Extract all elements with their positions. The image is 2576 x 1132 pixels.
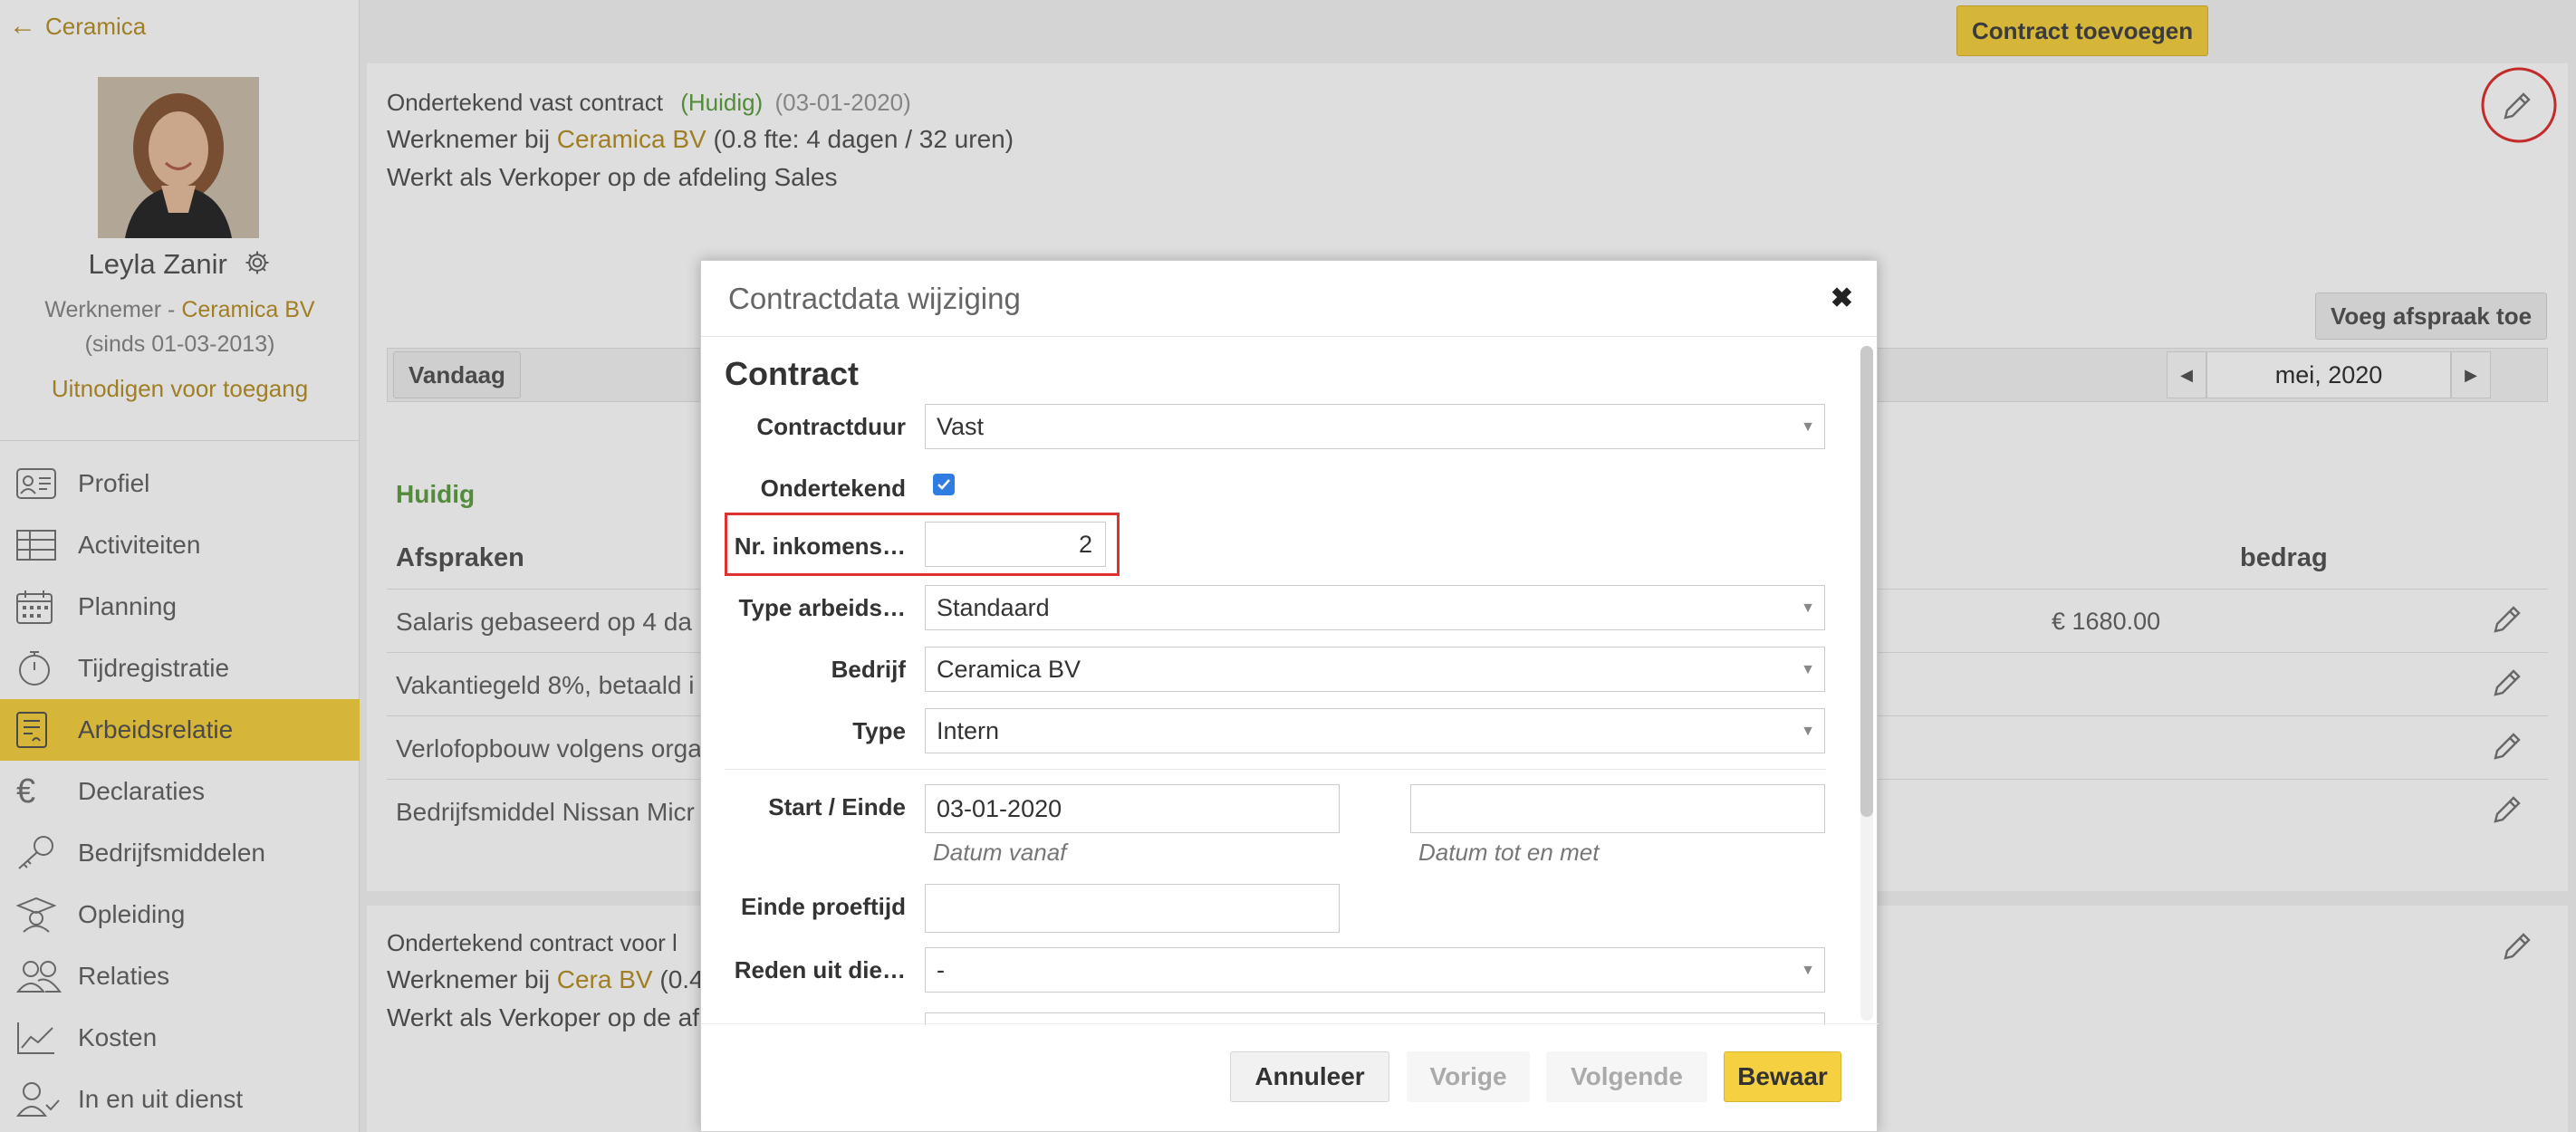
type-label: Type: [852, 717, 906, 744]
modal-title: Contractdata wijziging: [728, 281, 1021, 315]
modal-body: Contract Contractduur Vast ▼ Ondertekend…: [701, 337, 1879, 1025]
type-arbeid-value: Standaard: [937, 593, 1050, 621]
section-title: Contract: [725, 355, 860, 392]
type-arbeid-select[interactable]: Standaard ▼: [925, 585, 1825, 630]
einde-proeftijd-label: Einde proeftijd: [741, 893, 906, 920]
type-value: Intern: [937, 716, 1000, 744]
chevron-down-icon: ▼: [1801, 724, 1815, 739]
prev-button[interactable]: Vorige: [1407, 1051, 1530, 1102]
nr-inkomens-input[interactable]: 2: [925, 522, 1106, 567]
bedrijf-select[interactable]: Ceramica BV ▼: [925, 647, 1825, 692]
reden-value: -: [937, 955, 945, 983]
chevron-down-icon: ▼: [1801, 963, 1815, 978]
divider: [725, 769, 1825, 770]
chevron-down-icon: ▼: [1801, 419, 1815, 435]
end-date-input[interactable]: [1410, 784, 1825, 833]
type-select[interactable]: Intern ▼: [925, 708, 1825, 753]
contractduur-select[interactable]: Vast ▼: [925, 404, 1825, 449]
modal-scrollbar[interactable]: [1860, 346, 1873, 1021]
start-date-input[interactable]: 03-01-2020: [925, 784, 1340, 833]
ondertekend-label: Ondertekend: [760, 475, 906, 502]
contractduur-label: Contractduur: [756, 413, 906, 440]
close-icon[interactable]: ✖: [1831, 283, 1853, 314]
modal-footer: Annuleer Vorige Volgende Bewaar: [701, 1023, 1879, 1131]
end-date-hint: Datum tot en met: [1418, 839, 1600, 866]
next-button[interactable]: Volgende: [1546, 1051, 1707, 1102]
reden-select[interactable]: - ▼: [925, 947, 1825, 993]
start-date-hint: Datum vanaf: [933, 839, 1067, 866]
einde-proeftijd-input[interactable]: [925, 884, 1340, 933]
scrollbar-thumb[interactable]: [1860, 346, 1873, 817]
type-arbeid-label: Type arbeids…: [738, 594, 906, 621]
nr-inkomens-label: Nr. inkomens…: [734, 532, 906, 560]
start-einde-label: Start / Einde: [768, 793, 906, 820]
chevron-down-icon: ▼: [1801, 662, 1815, 677]
checkmark-icon: [937, 479, 950, 490]
bedrijf-value: Ceramica BV: [937, 655, 1081, 683]
ondertekend-checkbox[interactable]: [933, 474, 955, 495]
bedrijf-label: Bedrijf: [831, 656, 906, 683]
contractduur-value: Vast: [937, 412, 985, 440]
chevron-down-icon: ▼: [1801, 600, 1815, 616]
save-button[interactable]: Bewaar: [1724, 1051, 1841, 1102]
contract-edit-modal: Contractdata wijziging ✖ Contract Contra…: [700, 260, 1879, 1132]
reden-label: Reden uit die…: [734, 956, 906, 983]
modal-header: Contractdata wijziging ✖: [701, 261, 1877, 337]
cancel-button[interactable]: Annuleer: [1230, 1051, 1389, 1102]
